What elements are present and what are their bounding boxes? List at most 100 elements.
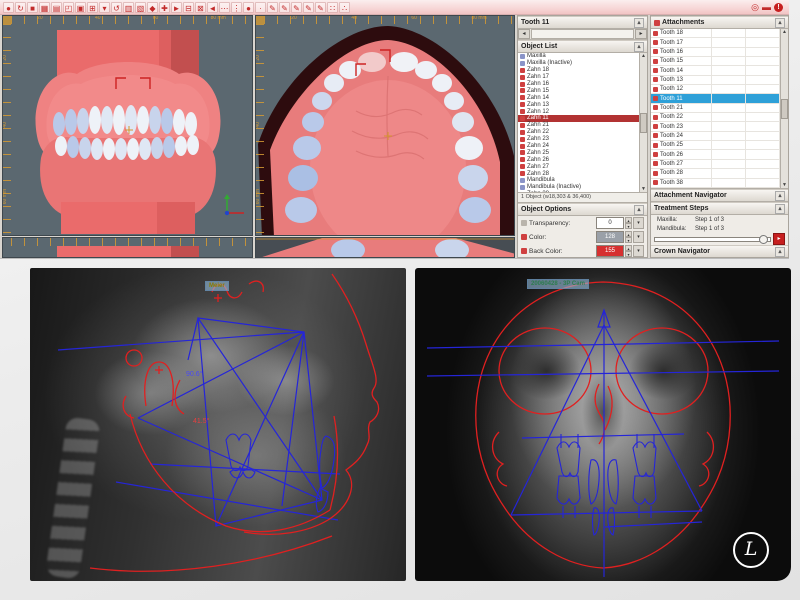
collapse-icon[interactable]: ▴ bbox=[634, 18, 644, 28]
attachment-cell[interactable] bbox=[712, 48, 746, 56]
attachment-row[interactable]: Tooth 11 bbox=[651, 94, 781, 103]
attachment-row[interactable]: Tooth 13 bbox=[651, 76, 781, 85]
object-list-item[interactable]: Zahn 14 bbox=[518, 94, 640, 101]
attachment-cell[interactable] bbox=[746, 122, 780, 130]
attachment-row[interactable]: Tooth 38 bbox=[651, 179, 781, 188]
object-list-item[interactable]: Zahn 15 bbox=[518, 87, 640, 94]
attachment-cell[interactable] bbox=[712, 94, 746, 102]
molecule-icon[interactable]: ∴ bbox=[339, 2, 350, 13]
attachment-cell[interactable] bbox=[712, 141, 746, 149]
dice-icon[interactable]: ∷ bbox=[327, 2, 338, 13]
attachment-cell[interactable] bbox=[746, 85, 780, 93]
object-list-item[interactable]: Zahn 26 bbox=[518, 156, 640, 163]
dropdown-button[interactable]: ▾ bbox=[633, 231, 644, 243]
rotate-icon[interactable]: ↺ bbox=[111, 2, 122, 13]
record-icon[interactable]: ● bbox=[3, 2, 14, 13]
attachment-row[interactable]: Tooth 14 bbox=[651, 66, 781, 75]
object-list-item[interactable]: Mandibula (Inactive) bbox=[518, 184, 640, 191]
select-icon[interactable]: ► bbox=[171, 2, 182, 13]
attachment-cell[interactable] bbox=[712, 132, 746, 140]
minimize-icon[interactable]: ▬ bbox=[762, 2, 771, 12]
viewport-occlusal-3d[interactable]: 20406080 mm 204060 mm bbox=[255, 15, 515, 236]
grid-icon[interactable]: ▦ bbox=[39, 2, 50, 13]
object-list-item[interactable]: Zahn 17 bbox=[518, 74, 640, 81]
folder-icon[interactable]: ◰ bbox=[63, 2, 74, 13]
attachment-cell[interactable] bbox=[712, 122, 746, 130]
object-list-item[interactable]: Zahn 24 bbox=[518, 143, 640, 150]
spinner[interactable]: ▴▾ bbox=[625, 217, 632, 229]
search-icon[interactable]: ◎ bbox=[751, 2, 759, 12]
attachments-scrollbar[interactable]: ▲▼ bbox=[780, 29, 788, 188]
collapse-icon[interactable]: ▴ bbox=[634, 42, 644, 52]
stamp-icon[interactable]: ◆ bbox=[147, 2, 158, 13]
scatter-icon[interactable]: ⋯ bbox=[219, 2, 230, 13]
table-icon[interactable]: ▤ bbox=[51, 2, 62, 13]
option-value-field[interactable]: 155 bbox=[596, 245, 624, 257]
document-icon[interactable]: ▧ bbox=[135, 2, 146, 13]
attachment-row[interactable]: Tooth 18 bbox=[651, 29, 781, 38]
attachment-cell[interactable] bbox=[746, 169, 780, 177]
refresh-icon[interactable]: ↻ bbox=[15, 2, 26, 13]
attachment-cell[interactable] bbox=[746, 150, 780, 158]
attachment-cell[interactable] bbox=[712, 179, 746, 187]
attachment-cell[interactable] bbox=[712, 85, 746, 93]
dropdown-button[interactable]: ▾ bbox=[633, 245, 644, 257]
object-list-scrollbar[interactable]: ▲▼ bbox=[639, 53, 647, 192]
pen-icon-5[interactable]: ✎ bbox=[315, 2, 326, 13]
object-list-item[interactable]: Maxilla (Inactive) bbox=[518, 60, 640, 67]
sphere-icon[interactable]: ● bbox=[243, 2, 254, 13]
treatment-slider-track[interactable] bbox=[654, 237, 771, 242]
attachment-row[interactable]: Tooth 25 bbox=[651, 141, 781, 150]
attachment-row[interactable]: Tooth 12 bbox=[651, 85, 781, 94]
object-list-item[interactable]: Zahn 16 bbox=[518, 81, 640, 88]
collapse-icon[interactable]: ▴ bbox=[634, 205, 644, 215]
attachment-cell[interactable] bbox=[712, 76, 746, 84]
object-list-item[interactable]: Maxilla bbox=[518, 53, 640, 60]
attachment-cell[interactable] bbox=[746, 38, 780, 46]
attachment-cell[interactable] bbox=[746, 57, 780, 65]
attachment-row[interactable]: Tooth 15 bbox=[651, 57, 781, 66]
attachment-cell[interactable] bbox=[746, 94, 780, 102]
object-list-item[interactable]: Zahn 22 bbox=[518, 129, 640, 136]
attachment-row[interactable]: Tooth 21 bbox=[651, 104, 781, 113]
attachment-cell[interactable] bbox=[746, 141, 780, 149]
group-icon[interactable]: ⊟ bbox=[183, 2, 194, 13]
treatment-slider-thumb[interactable] bbox=[759, 235, 768, 244]
spinner[interactable]: ▴▾ bbox=[625, 245, 632, 257]
attachment-cell[interactable] bbox=[746, 48, 780, 56]
attachment-cell[interactable] bbox=[746, 160, 780, 168]
pen-icon-1[interactable]: ✎ bbox=[267, 2, 278, 13]
attachment-cell[interactable] bbox=[712, 113, 746, 121]
dot-icon[interactable]: · bbox=[255, 2, 266, 13]
attachment-row[interactable]: Tooth 28 bbox=[651, 169, 781, 178]
option-value-field[interactable]: 128 bbox=[596, 231, 624, 243]
pointer-icon[interactable]: ◄ bbox=[207, 2, 218, 13]
dropdown-button[interactable]: ▾ bbox=[633, 217, 644, 229]
attachment-cell[interactable] bbox=[746, 104, 780, 112]
collapse-icon[interactable]: ▴ bbox=[775, 18, 785, 28]
add-icon[interactable]: ✚ bbox=[159, 2, 170, 13]
attachment-cell[interactable] bbox=[712, 169, 746, 177]
frame-icon[interactable]: ⊞ bbox=[87, 2, 98, 13]
attachment-row[interactable]: Tooth 26 bbox=[651, 150, 781, 159]
object-list-item[interactable]: Zahn 11 bbox=[518, 115, 640, 122]
cluster-icon[interactable]: ⋮ bbox=[231, 2, 242, 13]
attachment-cell[interactable] bbox=[712, 66, 746, 74]
attachment-cell[interactable] bbox=[746, 132, 780, 140]
collapse-icon[interactable]: ▴ bbox=[775, 204, 785, 214]
attachment-cell[interactable] bbox=[746, 29, 780, 37]
attachment-row[interactable]: Tooth 22 bbox=[651, 113, 781, 122]
object-list-item[interactable]: Zahn 27 bbox=[518, 163, 640, 170]
attachment-cell[interactable] bbox=[746, 76, 780, 84]
attachment-row[interactable]: Tooth 16 bbox=[651, 48, 781, 57]
attachment-cell[interactable] bbox=[746, 113, 780, 121]
spinner[interactable]: ▴▾ bbox=[625, 231, 632, 243]
viewport-frontal-lower-partial[interactable] bbox=[2, 237, 253, 258]
viewport-menu-icon[interactable] bbox=[3, 16, 11, 24]
solid-square-icon[interactable]: ■ bbox=[27, 2, 38, 13]
attachment-cell[interactable] bbox=[712, 160, 746, 168]
object-list-item[interactable]: Zahn 12 bbox=[518, 108, 640, 115]
object-list-item[interactable]: Zahn 23 bbox=[518, 136, 640, 143]
object-list-item[interactable]: Zahn 38 bbox=[518, 191, 640, 192]
dropdown-icon[interactable]: ▾ bbox=[99, 2, 110, 13]
